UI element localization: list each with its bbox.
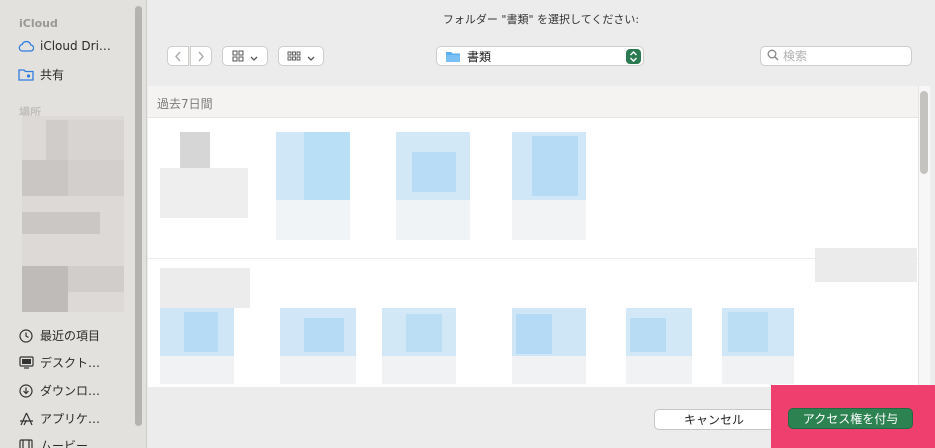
view-mode-button[interactable] bbox=[222, 46, 268, 66]
folder-item-blurred[interactable] bbox=[512, 132, 588, 242]
group-button[interactable] bbox=[278, 46, 324, 66]
clock-icon bbox=[18, 328, 34, 344]
sidebar: iCloud iCloud Dri… 共有 場所 最近の項目 デスクト… ダウン… bbox=[0, 0, 147, 448]
cloud-icon bbox=[18, 38, 34, 54]
sidebar-section-icloud: iCloud bbox=[19, 17, 58, 30]
sidebar-item-shared[interactable]: 共有 bbox=[18, 66, 64, 83]
folder-item-blurred[interactable] bbox=[280, 308, 356, 384]
dialog-title: フォルダー "書類" を選択してください: bbox=[442, 13, 640, 26]
sidebar-item-downloads[interactable]: ダウンロ… bbox=[18, 382, 100, 399]
file-browser: 過去7日間 bbox=[148, 86, 918, 387]
browser-scrollbar[interactable] bbox=[920, 91, 928, 174]
movies-icon bbox=[18, 438, 34, 448]
folder-item-blurred[interactable] bbox=[382, 308, 456, 384]
shared-folder-icon bbox=[18, 67, 34, 83]
redacted-label bbox=[160, 268, 250, 308]
applications-icon bbox=[18, 411, 34, 427]
sidebar-scrollbar[interactable] bbox=[135, 6, 142, 426]
back-button[interactable] bbox=[167, 46, 189, 66]
grid-icon bbox=[232, 47, 244, 66]
file-browser-panel: フォルダー "書類" を選択してください: 書類 過去7日間 bbox=[147, 0, 935, 448]
cancel-button[interactable]: キャンセル bbox=[654, 409, 774, 430]
sidebar-item-label: iCloud Dri… bbox=[40, 39, 111, 53]
folder-icon bbox=[445, 50, 461, 63]
sidebar-item-label: デスクト… bbox=[40, 356, 101, 370]
search-icon bbox=[767, 49, 779, 64]
sidebar-item-applications[interactable]: アプリケ… bbox=[18, 410, 100, 427]
search-field[interactable] bbox=[760, 46, 912, 66]
folder-item-blurred[interactable] bbox=[722, 308, 794, 384]
location-popup[interactable]: 書類 bbox=[436, 46, 644, 66]
group-grid-icon bbox=[287, 47, 301, 66]
chevron-down-icon bbox=[250, 47, 258, 66]
section-header: 過去7日間 bbox=[148, 86, 918, 118]
sidebar-item-label: 共有 bbox=[40, 68, 65, 82]
folder-item-blurred[interactable] bbox=[396, 132, 472, 242]
location-label: 書類 bbox=[467, 49, 492, 64]
location-stepper bbox=[626, 49, 641, 64]
folder-item-blurred[interactable] bbox=[626, 308, 692, 384]
folder-item-blurred[interactable] bbox=[512, 308, 586, 384]
search-input[interactable] bbox=[783, 49, 893, 63]
sidebar-item-label: 最近の項目 bbox=[40, 329, 101, 343]
sidebar-item-icloud-drive[interactable]: iCloud Dri… bbox=[18, 38, 111, 54]
sidebar-item-label: ダウンロ… bbox=[40, 384, 101, 398]
chevron-left-icon bbox=[174, 47, 182, 66]
chevron-down-icon bbox=[307, 47, 315, 66]
grant-access-button[interactable]: アクセス権を付与 bbox=[788, 408, 913, 429]
sidebar-item-label: アプリケ… bbox=[40, 412, 101, 426]
sidebar-item-recents[interactable]: 最近の項目 bbox=[18, 327, 100, 344]
desktop-icon bbox=[18, 355, 34, 371]
forward-button[interactable] bbox=[190, 46, 212, 66]
file-item-blurred[interactable] bbox=[160, 132, 248, 222]
folder-item-blurred[interactable] bbox=[160, 308, 234, 384]
sidebar-item-movies[interactable]: ムービー bbox=[18, 437, 88, 448]
sidebar-item-desktop[interactable]: デスクト… bbox=[18, 354, 100, 371]
row-divider bbox=[148, 258, 918, 259]
download-icon bbox=[18, 383, 34, 399]
redacted-sidebar-items bbox=[22, 116, 124, 312]
redacted-label bbox=[815, 248, 917, 282]
folder-item-blurred[interactable] bbox=[276, 132, 352, 242]
chevron-right-icon bbox=[197, 47, 205, 66]
sidebar-item-label: ムービー bbox=[40, 439, 89, 448]
